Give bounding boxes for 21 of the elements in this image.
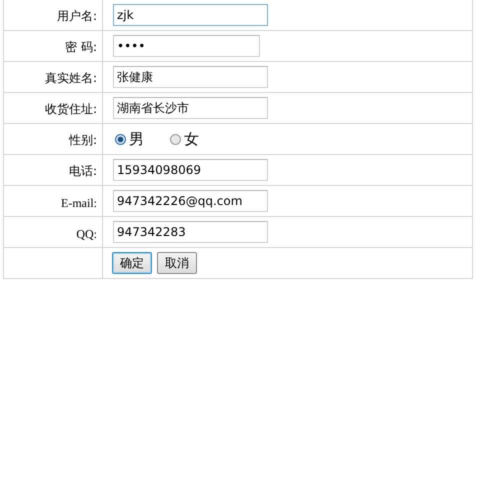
field-label: 性别: xyxy=(68,133,97,147)
input-field[interactable]: 947342226@qq.com xyxy=(113,190,268,212)
radio-label[interactable]: 女 xyxy=(184,130,199,148)
input-field[interactable]: 15934098069 xyxy=(113,159,268,181)
form-button[interactable]: 确定 xyxy=(112,252,152,274)
field-label: 用户名: xyxy=(56,9,97,23)
field-label: QQ: xyxy=(76,226,97,240)
input-field[interactable]: 湖南省长沙市 xyxy=(113,97,268,119)
field-label: E-mail: xyxy=(61,196,97,210)
radio-button[interactable] xyxy=(170,134,181,144)
input-field[interactable]: •••• xyxy=(113,35,260,57)
field-label: 密 码: xyxy=(65,40,97,54)
radio-label[interactable]: 男 xyxy=(129,130,144,148)
input-field[interactable]: 张健康 xyxy=(113,66,268,88)
field-label: 电话: xyxy=(68,164,97,178)
radio-button[interactable] xyxy=(115,134,126,144)
field-label: 真实姓名: xyxy=(44,71,97,85)
input-field[interactable]: 947342283 xyxy=(113,221,268,243)
form-button[interactable]: 取消 xyxy=(157,252,197,274)
field-label: 收货住址: xyxy=(44,102,97,116)
input-field[interactable]: zjk xyxy=(113,4,268,26)
